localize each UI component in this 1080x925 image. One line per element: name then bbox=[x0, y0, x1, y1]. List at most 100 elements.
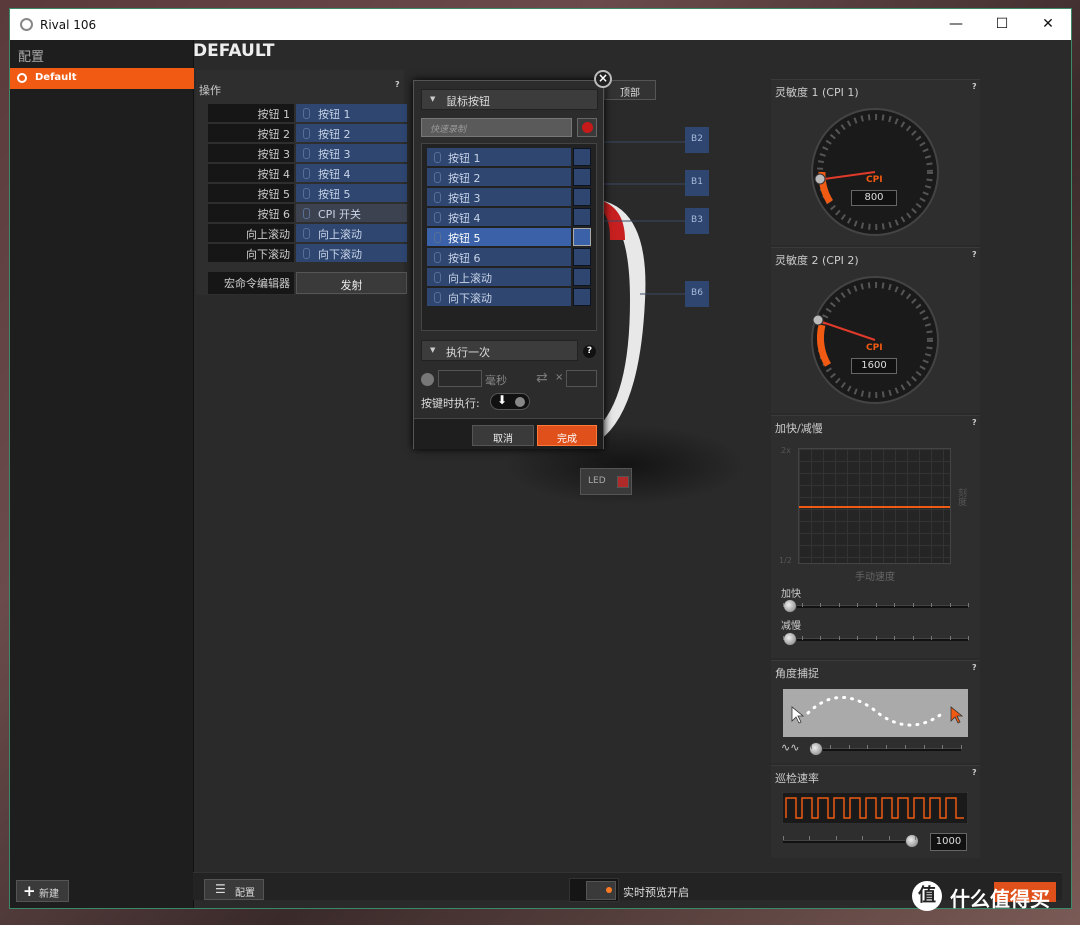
profile-label: Default bbox=[35, 72, 77, 83]
new-profile-button[interactable]: + 新建 bbox=[16, 880, 69, 902]
angle-help-icon[interactable]: ? bbox=[972, 663, 980, 672]
action-row-value[interactable]: 按钮 2 bbox=[296, 124, 407, 142]
cpi2-title: 灵敏度 2 (CPI 2) bbox=[775, 254, 859, 267]
cpi1-help-icon[interactable]: ? bbox=[972, 82, 980, 91]
hold-execute-toggle[interactable]: ⬇ bbox=[490, 393, 530, 410]
maximize-button[interactable]: ☐ bbox=[979, 9, 1025, 40]
sidebar: 配置 Default + 新建 bbox=[10, 40, 194, 908]
polling-slider-track[interactable] bbox=[783, 840, 915, 843]
mouse-icon bbox=[303, 188, 310, 199]
accel-x-label: 手动速度 bbox=[855, 572, 895, 583]
polling-slider-knob[interactable] bbox=[905, 834, 919, 848]
list-icon: ☰ bbox=[215, 882, 226, 896]
cpi1-gauge[interactable] bbox=[810, 107, 940, 237]
popup-list-checkbox[interactable] bbox=[573, 288, 591, 306]
record-button[interactable] bbox=[577, 118, 597, 137]
action-row-name: 按钮 2 bbox=[208, 124, 294, 142]
popup-list-checkbox[interactable] bbox=[573, 268, 591, 286]
popup-list-item-label: 按钮 1 bbox=[448, 152, 481, 165]
slider-tick bbox=[913, 603, 914, 607]
action-row-value[interactable]: 向上滚动 bbox=[296, 224, 407, 242]
action-row-value[interactable]: 按钮 1 bbox=[296, 104, 407, 122]
cancel-button[interactable]: 取消 bbox=[472, 425, 534, 446]
action-row-value-label: 按钮 4 bbox=[318, 168, 351, 181]
popup-close-button[interactable]: × bbox=[594, 70, 612, 88]
popup-list-checkbox[interactable] bbox=[573, 208, 591, 226]
slider-tick bbox=[894, 603, 895, 607]
popup-list-item[interactable]: 按钮 2 bbox=[427, 168, 571, 186]
dropdown-arrow-icon: ▼ bbox=[430, 346, 436, 354]
fire-button[interactable]: 发射 bbox=[296, 272, 407, 294]
live-preview-toggle[interactable] bbox=[569, 878, 619, 902]
popup-list-checkbox[interactable] bbox=[573, 168, 591, 186]
slider-tick bbox=[783, 836, 784, 840]
polling-rate-panel: 巡检速率 ? 1000 bbox=[771, 765, 980, 858]
action-row-value[interactable]: 按钮 3 bbox=[296, 144, 407, 162]
accel-slider-knob[interactable] bbox=[783, 599, 797, 613]
popup-list-checkbox[interactable] bbox=[573, 228, 591, 246]
delay-input[interactable] bbox=[438, 370, 482, 387]
close-button[interactable]: ✕ bbox=[1025, 9, 1071, 40]
popup-list-item-label: 按钮 4 bbox=[448, 212, 481, 225]
action-row-value[interactable]: 按钮 5 bbox=[296, 184, 407, 202]
popup-list-item[interactable]: 按钮 6 bbox=[427, 248, 571, 266]
config-button[interactable]: ☰ 配置 bbox=[204, 879, 264, 900]
popup-list-checkbox[interactable] bbox=[573, 148, 591, 166]
accel-help-icon[interactable]: ? bbox=[972, 418, 980, 427]
actions-label: 操作 bbox=[199, 84, 221, 97]
polling-help-icon[interactable]: ? bbox=[972, 768, 980, 777]
slider-tick bbox=[849, 745, 850, 749]
popup-list-item[interactable]: 按钮 4 bbox=[427, 208, 571, 226]
action-row-value[interactable]: 按钮 4 bbox=[296, 164, 407, 182]
popup-list-item[interactable]: 按钮 1 bbox=[427, 148, 571, 166]
repeat-input[interactable] bbox=[566, 370, 597, 387]
action-row-name: 按钮 5 bbox=[208, 184, 294, 202]
done-button[interactable]: 完成 bbox=[537, 425, 597, 446]
category-dropdown[interactable]: ▼ 鼠标按钮 bbox=[421, 89, 598, 110]
execute-mode-dropdown[interactable]: ▼ 执行一次 bbox=[421, 340, 578, 361]
cpi2-help-icon[interactable]: ? bbox=[972, 250, 980, 259]
accel-graph bbox=[798, 448, 951, 564]
popup-list-item[interactable]: 向下滚动 bbox=[427, 288, 571, 306]
tab-top-view[interactable]: 顶部 bbox=[604, 80, 656, 100]
actions-help-icon[interactable]: ? bbox=[395, 80, 403, 89]
led-label: LED bbox=[588, 476, 606, 486]
profile-item-default[interactable]: Default bbox=[10, 68, 194, 89]
title-bar: Rival 106 — ☐ ✕ bbox=[10, 9, 1071, 40]
slider-tick bbox=[905, 745, 906, 749]
execute-help-icon[interactable]: ? bbox=[583, 345, 596, 358]
popup-list-item[interactable]: 向上滚动 bbox=[427, 268, 571, 286]
action-row-name: 按钮 3 bbox=[208, 144, 294, 162]
popup-list-item[interactable]: 按钮 3 bbox=[427, 188, 571, 206]
mouse-label-b3[interactable]: B3 bbox=[685, 208, 709, 234]
slider-tick bbox=[839, 603, 840, 607]
mouse-label-b6[interactable]: B6 bbox=[685, 281, 709, 307]
cpi2-gauge[interactable] bbox=[810, 275, 940, 405]
accel-y-bottom: 1/2 bbox=[779, 556, 792, 565]
decel-label: 减慢 bbox=[781, 621, 801, 632]
cpi2-value[interactable]: 1600 bbox=[851, 358, 897, 374]
led-control[interactable]: LED bbox=[580, 468, 632, 495]
slider-tick bbox=[915, 836, 916, 840]
led-color-swatch[interactable] bbox=[617, 476, 629, 488]
mouse-label-b1[interactable]: B1 bbox=[685, 170, 709, 196]
minimize-button[interactable]: — bbox=[933, 9, 979, 40]
mouse-label-b2[interactable]: B2 bbox=[685, 127, 709, 153]
slider-tick bbox=[862, 836, 863, 840]
decel-slider-knob[interactable] bbox=[783, 632, 797, 646]
slider-tick bbox=[889, 836, 890, 840]
slider-tick bbox=[913, 636, 914, 640]
cpi1-value[interactable]: 800 bbox=[851, 190, 897, 206]
popup-list-item[interactable]: 按钮 5 bbox=[427, 228, 571, 246]
polling-value[interactable]: 1000 bbox=[930, 833, 967, 851]
cpi1-unit: CPI bbox=[866, 175, 883, 185]
popup-list-checkbox[interactable] bbox=[573, 188, 591, 206]
quick-record-input[interactable]: 快速录制 bbox=[421, 118, 572, 137]
slider-tick bbox=[876, 603, 877, 607]
accel-y-side-label: 刻度 bbox=[956, 488, 966, 506]
slider-tick bbox=[857, 636, 858, 640]
slider-tick bbox=[811, 745, 812, 749]
action-row-value[interactable]: CPI 开关 bbox=[296, 204, 407, 222]
action-row-value[interactable]: 向下滚动 bbox=[296, 244, 407, 262]
popup-list-checkbox[interactable] bbox=[573, 248, 591, 266]
